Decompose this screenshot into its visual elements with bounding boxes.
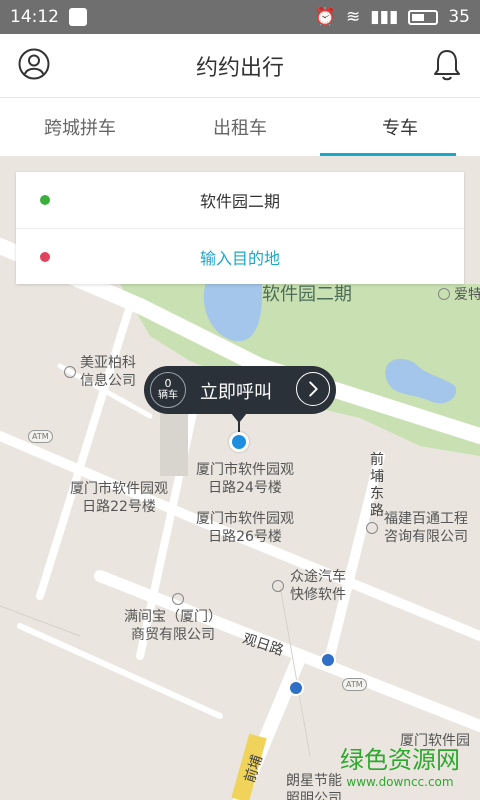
map-label-langxing-line2: 照明公司 <box>286 791 342 800</box>
poi-icon <box>64 366 76 378</box>
map-label-langxing-line1: 朗星节能 <box>286 773 342 789</box>
user-profile-icon[interactable] <box>18 48 50 80</box>
battery-level: 35 <box>448 7 470 27</box>
watermark: 绿色资源网 www.downcc.com <box>340 740 460 789</box>
pickup-location-field[interactable]: 软件园二期 <box>16 172 464 228</box>
tab-private-car[interactable]: 专车 <box>320 98 480 156</box>
pickup-location-text: 软件园二期 <box>199 192 280 211</box>
tab-intercity-carpool[interactable]: 跨城拼车 <box>0 98 160 156</box>
atm-icon: ATM <box>28 430 53 443</box>
tab-taxi[interactable]: 出租车 <box>160 98 320 156</box>
map-label-bldg24-line1: 厦门市软件园观 <box>196 462 294 478</box>
map-label-bldg26: 厦门市软件园观 日路26号楼 <box>196 510 294 546</box>
service-tabs: 跨城拼车 出租车 专车 <box>0 98 480 156</box>
destination-dot-icon <box>40 251 50 262</box>
bus-stop-icon[interactable] <box>288 680 304 696</box>
destination-field[interactable]: 输入目的地 <box>16 228 464 284</box>
signal-icon: ▮▮▮ <box>370 7 399 27</box>
map-label-bldg22: 厦门市软件园观 日路22号楼 <box>70 480 168 516</box>
battery-icon <box>408 9 439 25</box>
map-label-aite-text: 爱特 <box>454 287 480 303</box>
alarm-icon: ⏰ <box>314 7 337 27</box>
map-label-bldg24-line2: 日路24号楼 <box>208 480 282 496</box>
map-label-baitong-line1: 福建百通工程 <box>384 511 468 527</box>
current-location-pin-icon <box>229 432 249 452</box>
chevron-right-icon <box>296 372 330 406</box>
map-label-bldg22-line1: 厦门市软件园观 <box>70 481 168 497</box>
poi-icon <box>438 288 450 300</box>
available-cars-count: 0 <box>164 377 172 390</box>
destination-placeholder: 输入目的地 <box>199 248 280 268</box>
available-cars-unit: 辆车 <box>158 390 178 401</box>
bell-icon[interactable] <box>432 48 462 82</box>
map-label-zhongtu-line2: 快修软件 <box>290 587 346 603</box>
address-card: 软件园二期 输入目的地 <box>16 172 464 284</box>
status-time: 14:12 <box>10 7 59 27</box>
map-label-baitong-line2: 咨询有限公司 <box>384 529 468 545</box>
map-label-meiya-line2: 信息公司 <box>80 373 136 389</box>
map-label-manjian-line1: 满间宝（厦门） <box>124 609 222 625</box>
map-label-manjian-line2: 商贸有限公司 <box>131 627 215 643</box>
bus-stop-icon[interactable] <box>320 652 336 668</box>
map-label-aite: 爱特 <box>438 286 480 304</box>
map-label-bldg24: 厦门市软件园观 日路24号楼 <box>196 461 294 497</box>
app-header: 约约出行 <box>0 34 480 98</box>
map-label-langxing: 朗星节能 照明公司 <box>286 772 342 800</box>
map-label-zhongtu-line1: 众途汽车 <box>290 569 346 585</box>
map-label-bldg22-line2: 日路22号楼 <box>82 499 156 515</box>
watermark-line2: www.downcc.com <box>346 775 454 789</box>
poi-icon <box>172 593 184 605</box>
page-title: 约约出行 <box>195 55 284 81</box>
pickup-dot-icon <box>40 195 50 205</box>
map-label-bldg26-line2: 日路26号楼 <box>208 529 282 545</box>
call-now-button[interactable]: 0 辆车 立即呼叫 <box>144 366 336 414</box>
call-now-label: 立即呼叫 <box>200 382 272 403</box>
poi-icon <box>366 522 378 534</box>
map-label-meiya: 美亚柏科 信息公司 <box>80 354 136 390</box>
available-cars-badge: 0 辆车 <box>150 372 186 408</box>
wifi-icon: ≋ <box>346 7 361 27</box>
car-repair-icon <box>272 580 284 592</box>
map-label-baitong: 福建百通工程 咨询有限公司 <box>384 510 468 546</box>
map-label-meiya-line1: 美亚柏科 <box>80 355 136 371</box>
status-bar: 14:12 ⏰ ≋ ▮▮▮ 35 <box>0 0 480 34</box>
watermark-line1: 绿色资源网 <box>340 746 460 774</box>
map-label-park: 软件园二期 <box>262 284 352 305</box>
map-label-manjian: 满间宝（厦门） 商贸有限公司 <box>124 608 222 644</box>
atm-icon: ATM <box>342 678 367 691</box>
map-label-zhongtu: 众途汽车 快修软件 <box>290 568 346 604</box>
notification-icon <box>69 8 87 26</box>
map-label-bldg26-line1: 厦门市软件园观 <box>196 511 294 527</box>
